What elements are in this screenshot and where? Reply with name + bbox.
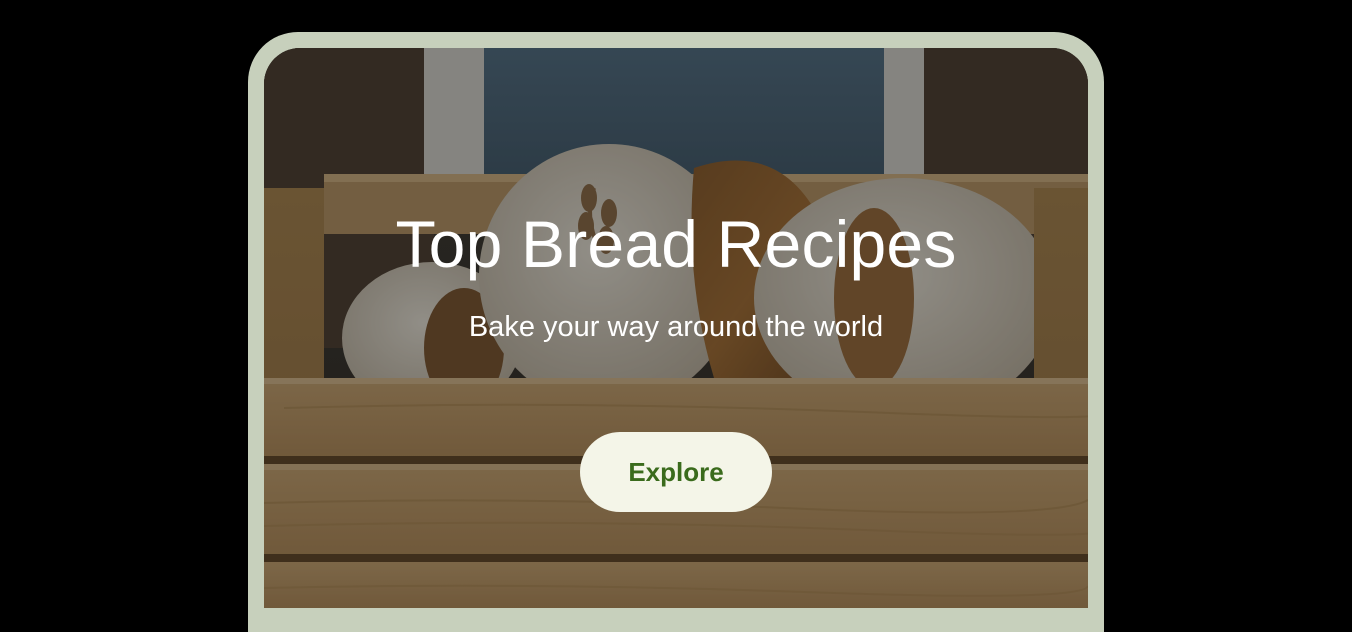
hero-content: Top Bread Recipes Bake your way around t…	[264, 48, 1088, 608]
app-screen: Top Bread Recipes Bake your way around t…	[264, 48, 1088, 608]
explore-button[interactable]: Explore	[580, 432, 772, 512]
hero-subtitle: Bake your way around the world	[468, 311, 884, 343]
hero-title: Top Bread Recipes	[395, 207, 957, 281]
